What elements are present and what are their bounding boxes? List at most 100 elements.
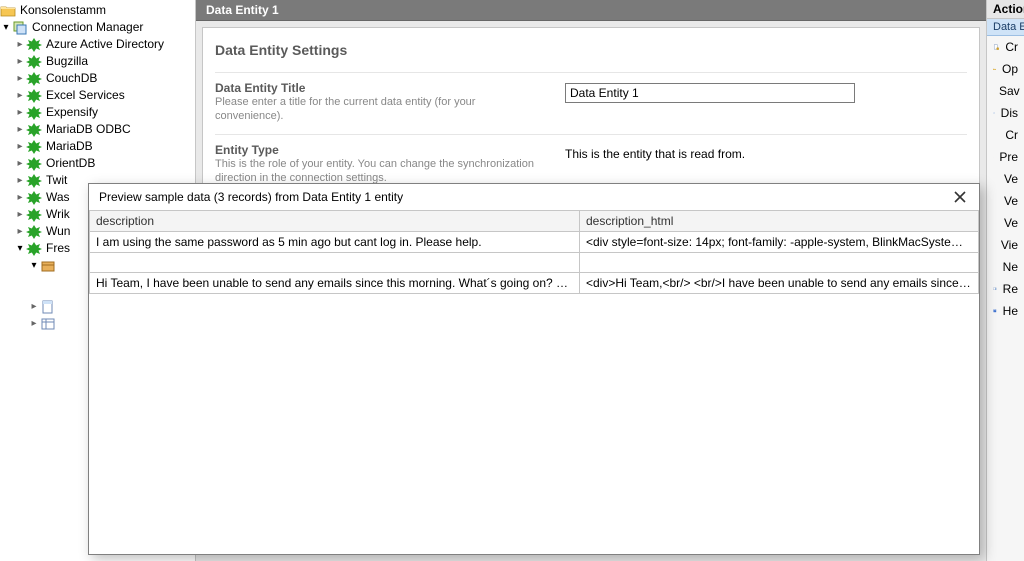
- undo-icon: [993, 105, 995, 121]
- actions-header: Actions: [987, 0, 1024, 19]
- tree-connection-manager[interactable]: ▾ Connection Manager: [0, 19, 195, 36]
- action-item[interactable]: Vie: [987, 234, 1024, 256]
- action-label: Pre: [999, 150, 1018, 164]
- tree-item[interactable]: ▸Excel Services: [0, 87, 195, 104]
- cell-description: Hi Team, I have been unable to send any …: [90, 273, 580, 294]
- folder-icon: [0, 3, 16, 19]
- page-title: Data Entity 1: [206, 3, 279, 17]
- expand-toggle-icon[interactable]: ▸: [28, 298, 40, 315]
- puzzle-icon: [26, 71, 42, 87]
- tree-item-label: Twit: [44, 172, 67, 189]
- tree-item-label: MariaDB: [44, 138, 93, 155]
- action-item[interactable]: Ve: [987, 190, 1024, 212]
- action-item[interactable]: Dis: [987, 102, 1024, 124]
- action-item[interactable]: Cr: [987, 124, 1024, 146]
- action-label: Re: [1003, 282, 1018, 296]
- tree-item[interactable]: ▸Azure Active Directory: [0, 36, 195, 53]
- table-row[interactable]: Hi Team, I have been unable to send any …: [90, 273, 979, 294]
- tree-connmgr-label: Connection Manager: [30, 19, 143, 36]
- action-label: Ne: [1003, 260, 1018, 274]
- preview-dialog-titlebar[interactable]: Preview sample data (3 records) from Dat…: [89, 184, 979, 210]
- puzzle-icon: [26, 241, 42, 257]
- expand-toggle-icon[interactable]: ▸: [14, 223, 26, 240]
- preview-dialog: Preview sample data (3 records) from Dat…: [88, 183, 980, 555]
- tree-item[interactable]: ▸OrientDB: [0, 155, 195, 172]
- puzzle-icon: [26, 122, 42, 138]
- expand-toggle-icon[interactable]: ▸: [28, 315, 40, 332]
- action-item[interactable]: Cr: [987, 36, 1024, 58]
- puzzle-icon: [26, 156, 42, 172]
- action-label: Dis: [1001, 106, 1018, 120]
- package-icon: [40, 258, 56, 274]
- tree-item[interactable]: ▸ MariaDB: [0, 138, 195, 155]
- tree-root[interactable]: Konsolenstamm: [0, 2, 195, 19]
- puzzle-icon: [26, 207, 42, 223]
- cell-description-html: <div>Hi Team,<br/> <br/>I have been unab…: [580, 273, 979, 294]
- tree-root-label: Konsolenstamm: [18, 2, 106, 19]
- tree-item[interactable]: ▸Bugzilla: [0, 53, 195, 70]
- cell-description: [90, 253, 580, 273]
- expand-toggle-icon[interactable]: ▸: [14, 104, 26, 121]
- expand-toggle-icon[interactable]: ▸: [14, 189, 26, 206]
- action-label: Ve: [1004, 216, 1018, 230]
- action-label: Cr: [1005, 128, 1018, 142]
- expand-toggle-icon[interactable]: ▾: [14, 240, 26, 257]
- action-label: Sav: [999, 84, 1020, 98]
- field-title-row: Data Entity Title Please enter a title f…: [215, 72, 967, 134]
- page-title-bar: Data Entity 1: [196, 0, 986, 21]
- expand-toggle-icon[interactable]: ▾: [28, 257, 40, 274]
- puzzle-icon: [26, 224, 42, 240]
- doc-icon: [40, 299, 56, 315]
- action-item[interactable]: Re: [987, 278, 1024, 300]
- expand-toggle-icon[interactable]: ▸: [14, 138, 26, 155]
- expand-toggle-icon[interactable]: ▸: [14, 70, 26, 87]
- action-item[interactable]: ?He: [987, 300, 1024, 322]
- action-item[interactable]: Ne: [987, 256, 1024, 278]
- help-icon: ?: [993, 303, 997, 319]
- expand-toggle-icon[interactable]: ▸: [14, 155, 26, 172]
- field-title-help: Please enter a title for the current dat…: [215, 95, 545, 124]
- tree-item-label: Expensify: [44, 104, 98, 121]
- field-title-label: Data Entity Title: [215, 81, 545, 95]
- col-header-description-html[interactable]: description_html: [580, 211, 979, 232]
- tree-item-label: Wrik: [44, 206, 70, 223]
- tree-item[interactable]: ▸CouchDB: [0, 70, 195, 87]
- blank-icon: [993, 171, 998, 187]
- tree-item[interactable]: ▸ Expensify: [0, 104, 195, 121]
- field-type-label: Entity Type: [215, 143, 545, 157]
- action-item[interactable]: Op: [987, 58, 1024, 80]
- puzzle-icon: [26, 105, 42, 121]
- puzzle-icon: [26, 88, 42, 104]
- tree-item-label: Fres: [44, 240, 70, 257]
- expand-toggle-icon[interactable]: ▸: [14, 172, 26, 189]
- tree-item-label: Was: [44, 189, 70, 206]
- puzzle-icon: [26, 190, 42, 206]
- action-item[interactable]: Ve: [987, 212, 1024, 234]
- close-icon[interactable]: [951, 188, 969, 206]
- tree-item[interactable]: ▸MariaDB ODBC: [0, 121, 195, 138]
- expand-toggle-icon[interactable]: ▸: [14, 36, 26, 53]
- table-row[interactable]: I am using the same password as 5 min ag…: [90, 232, 979, 253]
- table-row[interactable]: [90, 253, 979, 273]
- blank-icon: [993, 215, 998, 231]
- field-type-help: This is the role of your entity. You can…: [215, 157, 545, 186]
- expand-toggle-icon[interactable]: ▸: [14, 87, 26, 104]
- expand-toggle-icon[interactable]: ▸: [14, 206, 26, 223]
- action-item[interactable]: Pre: [987, 146, 1024, 168]
- table-icon: [40, 316, 56, 332]
- action-label: Ve: [1004, 172, 1018, 186]
- entity-title-input[interactable]: [565, 83, 855, 103]
- preview-table: description description_html I am using …: [89, 211, 979, 294]
- expand-toggle-icon[interactable]: ▸: [14, 121, 26, 138]
- cell-description-html: <div style=font-size: 14px; font-family:…: [580, 232, 979, 253]
- action-item[interactable]: Sav: [987, 80, 1024, 102]
- field-type-value: This is the entity that is read from.: [565, 145, 745, 161]
- expand-toggle-icon[interactable]: ▾: [0, 19, 12, 36]
- action-item[interactable]: Ve: [987, 168, 1024, 190]
- puzzle-icon: [26, 54, 42, 70]
- preview-grid[interactable]: description description_html I am using …: [89, 210, 979, 554]
- expand-toggle-icon[interactable]: ▸: [14, 53, 26, 70]
- action-label: Op: [1002, 62, 1018, 76]
- action-label: Ve: [1004, 194, 1018, 208]
- col-header-description[interactable]: description: [90, 211, 580, 232]
